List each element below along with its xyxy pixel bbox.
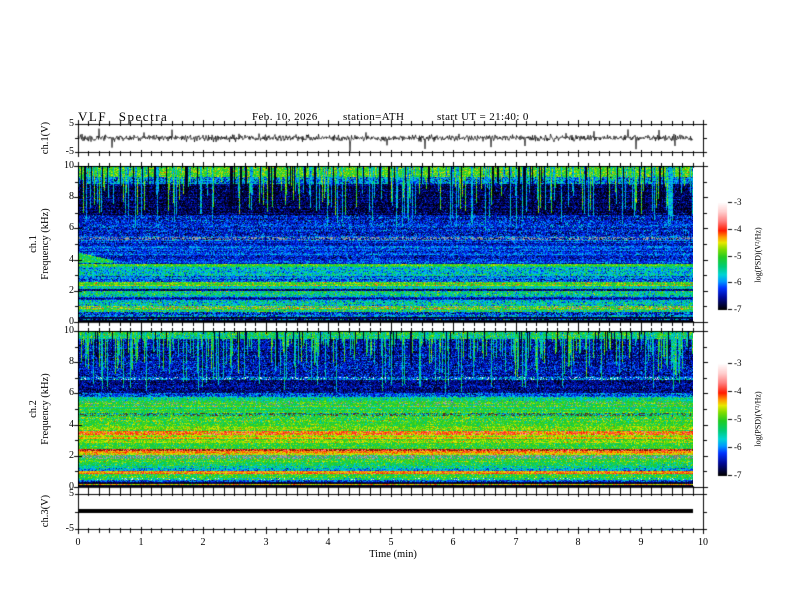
y-tick-label: 6 (69, 387, 74, 398)
plot-title: VLF Spectra (78, 109, 169, 124)
x-tick-label: 8 (575, 537, 581, 548)
colorbar2-unit-label: log(PSD)(V²/Hz) (753, 391, 763, 447)
start-ut-label: start UT = 21:40: 0 (437, 111, 529, 123)
station-label: station=ATH (343, 111, 405, 123)
y-tick-label: -5 (65, 146, 74, 157)
y-tick-label: 4 (69, 254, 74, 265)
colorbar1-unit-label: log(PSD)(V²/Hz) (753, 227, 763, 283)
x-tick-label: 3 (263, 537, 269, 548)
ch2-frequency-axis-label: ch.2 Frequency (kHz) (27, 373, 51, 445)
colorbar-tick-label: -6 (734, 442, 742, 452)
y-tick-label: 0 (69, 481, 74, 492)
x-tick-label: 7 (513, 537, 519, 548)
x-tick-label: 6 (450, 537, 456, 548)
colorbar-tick-label: -3 (734, 358, 742, 368)
axes-layer (0, 0, 792, 612)
y-tick-label: 4 (69, 419, 74, 430)
colorbar-tick-label: -4 (734, 224, 742, 234)
x-tick-label: 2 (200, 537, 206, 548)
time-axis-label: Time (min) (369, 549, 417, 560)
colorbar-tick-label: -7 (734, 470, 742, 480)
vlf-spectra-figure: VLF Spectra Feb. 10, 2026 station=ATH st… (0, 0, 792, 612)
y-tick-label: -5 (65, 523, 74, 534)
y-tick-label: 10 (64, 325, 74, 336)
y-tick-label: 5 (69, 118, 74, 129)
colorbar-tick-label: -5 (734, 414, 742, 424)
y-tick-label: 2 (69, 450, 74, 461)
x-tick-label: 1 (138, 537, 144, 548)
x-tick-label: 10 (698, 537, 708, 548)
date-label: Feb. 10, 2026 (252, 111, 318, 123)
ch1-frequency-axis-label: ch.1 Frequency (kHz) (27, 208, 51, 280)
colorbar-tick-label: -6 (734, 277, 742, 287)
colorbar-tick-label: -4 (734, 386, 742, 396)
y-tick-label: 8 (69, 356, 74, 367)
x-tick-label: 0 (75, 537, 81, 548)
y-tick-label: 6 (69, 222, 74, 233)
y-tick-label: 8 (69, 191, 74, 202)
x-tick-label: 4 (325, 537, 331, 548)
colorbar-tick-label: -7 (734, 304, 742, 314)
y-tick-label: 10 (64, 160, 74, 171)
y-tick-label: 2 (69, 285, 74, 296)
colorbar-tick-label: -3 (734, 197, 742, 207)
colorbar-tick-label: -5 (734, 251, 742, 261)
x-tick-label: 9 (638, 537, 644, 548)
x-tick-label: 5 (388, 537, 394, 548)
